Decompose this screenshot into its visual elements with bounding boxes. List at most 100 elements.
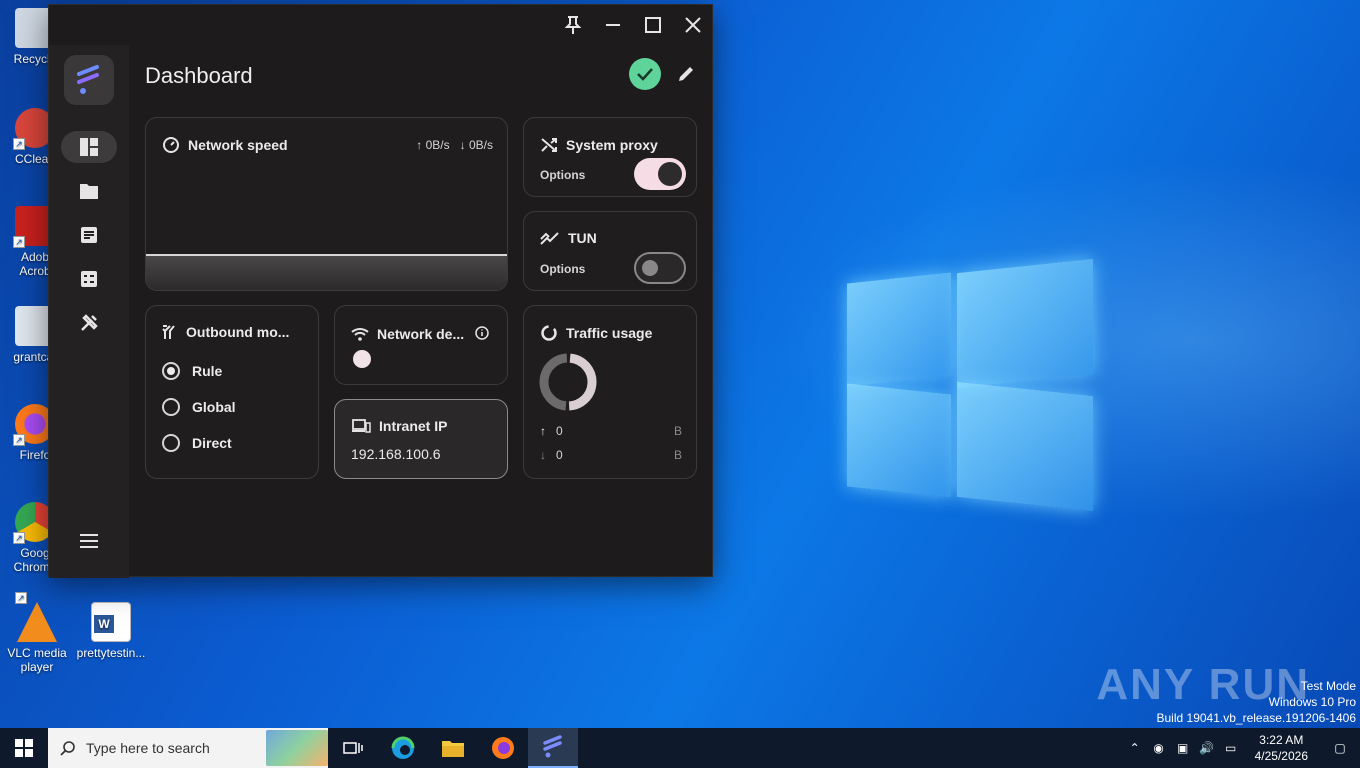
windows-logo-wallpaper xyxy=(845,258,1095,513)
nav-menu[interactable] xyxy=(61,525,117,557)
nav-logs[interactable] xyxy=(61,219,117,251)
taskbar-edge[interactable] xyxy=(378,728,428,768)
split-arrow-icon xyxy=(162,325,175,339)
speed-graph xyxy=(146,254,507,290)
nav-tools[interactable] xyxy=(61,307,117,339)
task-view-icon xyxy=(343,742,363,754)
intranet-ip-value: 192.168.100.6 xyxy=(351,446,441,462)
status-check-button[interactable] xyxy=(629,58,661,90)
intranet-ip-card[interactable]: Intranet IP 192.168.100.6 xyxy=(334,399,508,479)
app-logo-icon xyxy=(543,735,562,758)
arrow-down-icon: ↓ xyxy=(540,448,546,462)
network-speed-title: Network speed xyxy=(188,137,288,153)
vlc-cone-icon: ↗ xyxy=(15,592,57,642)
search-icon xyxy=(60,741,75,756)
network-icon[interactable]: ▭ xyxy=(1219,741,1243,755)
app-logo xyxy=(64,55,114,105)
chevron-up-icon[interactable]: ⌃ xyxy=(1123,741,1147,755)
system-proxy-options-link[interactable]: Options xyxy=(540,168,585,182)
tun-toggle[interactable] xyxy=(634,252,686,284)
info-button[interactable] xyxy=(475,326,489,345)
logs-icon xyxy=(81,227,97,243)
tools-icon xyxy=(81,314,98,331)
taskbar-search[interactable]: Type here to search xyxy=(48,728,328,768)
shuffle-icon xyxy=(541,138,557,152)
maximize-button[interactable] xyxy=(633,5,673,45)
sidebar xyxy=(49,45,129,578)
hamburger-menu-icon xyxy=(80,534,98,548)
notification-icon[interactable]: ▢ xyxy=(1320,741,1360,755)
taskbar-file-explorer[interactable] xyxy=(428,728,478,768)
detection-status-dot xyxy=(353,350,371,368)
minimize-icon xyxy=(606,24,620,26)
radio-selected-icon xyxy=(162,362,180,380)
folder-icon xyxy=(442,741,464,757)
traffic-donut xyxy=(539,353,597,411)
pin-button[interactable] xyxy=(553,5,593,45)
close-button[interactable] xyxy=(673,5,713,45)
check-icon xyxy=(637,68,653,81)
donut-chart-icon xyxy=(541,325,557,341)
speedometer-icon xyxy=(163,137,179,153)
trend-icon xyxy=(540,232,559,245)
volume-icon[interactable]: 🔊 xyxy=(1195,741,1219,755)
maximize-icon xyxy=(645,17,661,33)
clock[interactable]: 3:22 AM 4/25/2026 xyxy=(1243,732,1320,764)
desktop-icon-word-doc[interactable]: W prettytestin... xyxy=(76,602,146,660)
clash-app-window: Dashboard Network speed ↑ 0B/s ↓ 0B/s Sy… xyxy=(48,4,713,578)
title-bar[interactable] xyxy=(49,5,712,45)
clash-tray-icon[interactable]: ◉ xyxy=(1147,741,1171,755)
taskbar-firefox[interactable] xyxy=(478,728,528,768)
minimize-button[interactable] xyxy=(593,5,633,45)
dashboard-icon xyxy=(80,138,98,156)
tun-title: TUN xyxy=(568,230,597,246)
download-speed: ↓ 0B/s xyxy=(459,138,493,152)
nav-dashboard[interactable] xyxy=(61,131,117,163)
devices-icon xyxy=(352,419,371,433)
info-icon xyxy=(475,326,489,340)
list-check-icon xyxy=(81,271,97,287)
meet-now-icon[interactable]: ▣ xyxy=(1171,741,1195,755)
wifi-icon xyxy=(351,328,369,341)
network-speed-card: Network speed ↑ 0B/s ↓ 0B/s xyxy=(145,117,508,291)
search-placeholder: Type here to search xyxy=(86,740,210,756)
traffic-upload-row: ↑ 0 B xyxy=(540,424,682,438)
tun-options-link[interactable]: Options xyxy=(540,262,585,276)
nav-profiles[interactable] xyxy=(61,175,117,207)
word-document-icon: W xyxy=(91,602,131,642)
nav-connections[interactable] xyxy=(61,263,117,295)
firefox-icon xyxy=(492,737,514,759)
close-icon xyxy=(685,17,701,33)
pin-icon xyxy=(564,16,582,34)
windows-start-icon xyxy=(15,739,33,757)
radio-unselected-icon xyxy=(162,434,180,452)
traffic-usage-title: Traffic usage xyxy=(566,325,653,341)
search-highlight-image xyxy=(266,730,328,766)
system-tray: ⌃ ◉ ▣ 🔊 ▭ 3:22 AM 4/25/2026 ▢ xyxy=(1123,728,1360,768)
taskbar-clash-app[interactable] xyxy=(528,728,578,768)
pencil-icon xyxy=(679,67,693,81)
edit-layout-button[interactable] xyxy=(673,61,699,87)
folder-icon xyxy=(80,184,98,199)
network-detection-card: Network de... xyxy=(334,305,508,385)
traffic-download-row: ↓ 0 B xyxy=(540,448,682,462)
page-title: Dashboard xyxy=(145,63,253,88)
system-proxy-card: System proxy Options xyxy=(523,117,697,197)
outbound-mode-card: Outbound mo... Rule Global Direct xyxy=(145,305,319,479)
outbound-mode-title: Outbound mo... xyxy=(186,324,290,340)
system-proxy-toggle[interactable] xyxy=(634,158,686,190)
intranet-ip-title: Intranet IP xyxy=(379,418,448,434)
task-view-button[interactable] xyxy=(328,728,378,768)
tun-card: TUN Options xyxy=(523,211,697,291)
start-button[interactable] xyxy=(0,728,48,768)
app-logo-icon xyxy=(77,65,99,94)
mode-option-global[interactable]: Global xyxy=(162,398,236,416)
radio-unselected-icon xyxy=(162,398,180,416)
arrow-up-icon: ↑ xyxy=(540,424,546,438)
mode-option-direct[interactable]: Direct xyxy=(162,434,232,452)
system-proxy-title: System proxy xyxy=(566,137,658,153)
upload-speed: ↑ 0B/s xyxy=(416,138,450,152)
desktop-icon-vlc[interactable]: ↗ VLC media player xyxy=(2,592,72,674)
mode-option-rule[interactable]: Rule xyxy=(162,362,222,380)
network-detection-title: Network de... xyxy=(377,326,465,342)
